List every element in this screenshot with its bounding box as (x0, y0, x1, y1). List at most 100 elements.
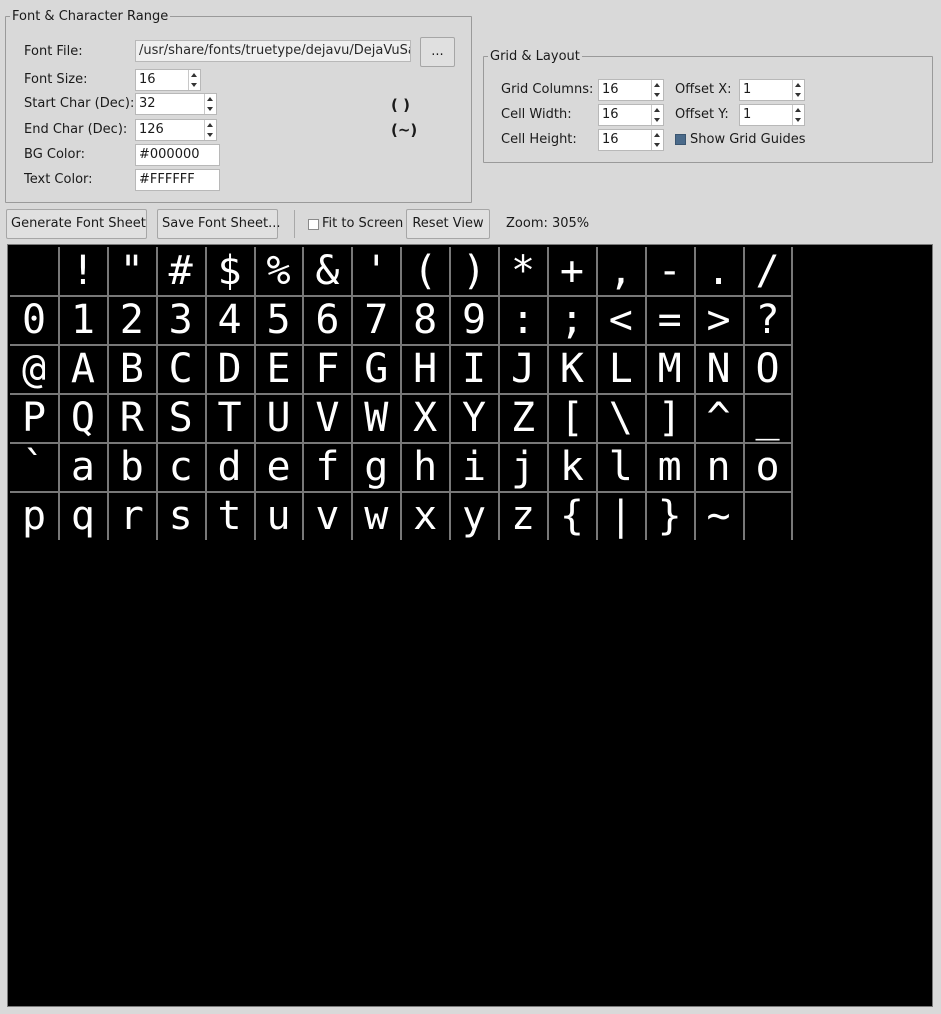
step-down-icon[interactable] (795, 93, 801, 97)
glyph-cell: 7 (364, 296, 389, 343)
cell-width-label: Cell Width: (501, 107, 572, 122)
glyph-cell: 5 (266, 296, 291, 343)
glyph-cell: ] (657, 394, 682, 441)
offset-y-value: 1 (743, 107, 752, 122)
grid-guide-horizontal (10, 343, 793, 346)
font-size-stepper[interactable] (188, 70, 200, 90)
bg-color-field[interactable]: #000000 (135, 144, 220, 166)
offset-y-stepper[interactable] (792, 105, 804, 125)
font-size-value: 16 (139, 72, 156, 87)
glyph-cell: L (608, 345, 633, 392)
glyph-cell: 2 (119, 296, 144, 343)
glyph-cell: W (364, 394, 389, 441)
glyph-cell: D (217, 345, 242, 392)
glyph-cell: 0 (21, 296, 47, 343)
step-down-icon[interactable] (207, 133, 213, 137)
generate-font-sheet-button[interactable]: Generate Font Sheet (6, 209, 147, 239)
font-sheet-canvas[interactable]: ! " # $% & ' () * +, -. / 0 1 2 3 4 5 6 7 8 9:; < = >? @ A B C D E F G H… (7, 244, 933, 1007)
glyph-cell: + (559, 248, 584, 294)
end-char-preview: (~) (391, 121, 418, 139)
grid-guide-horizontal (10, 490, 793, 493)
reset-view-button[interactable]: Reset View (406, 209, 490, 239)
glyph-cell: 4 (217, 296, 242, 343)
text-color-field[interactable]: #FFFFFF (135, 169, 220, 191)
glyph-cell: T (217, 394, 242, 441)
glyph-cell: k (559, 443, 584, 490)
font-size-spinbox[interactable]: 16 (135, 69, 201, 91)
font-file-field[interactable]: /usr/share/fonts/truetype/dejavu/DejaVuS… (135, 40, 411, 62)
end-char-label: End Char (Dec): (24, 122, 128, 137)
start-char-stepper[interactable] (204, 94, 216, 114)
font-file-label: Font File: (24, 44, 83, 59)
glyph-cell: # (168, 248, 193, 294)
step-down-icon[interactable] (654, 143, 660, 147)
step-up-icon[interactable] (191, 73, 197, 77)
glyph-cell: ! (70, 248, 95, 294)
glyph-cell: Y (462, 394, 487, 441)
grid-columns-value: 16 (602, 82, 619, 97)
end-char-spinbox[interactable]: 126 (135, 119, 217, 141)
step-up-icon[interactable] (654, 133, 660, 137)
show-grid-guides-label[interactable]: Show Grid Guides (690, 132, 806, 148)
offset-x-value: 1 (743, 82, 752, 97)
glyph-cell (11, 248, 57, 294)
glyph-cell: M (657, 345, 682, 392)
glyph-cell: z (510, 492, 536, 539)
glyph-cell: Z (510, 394, 536, 441)
glyph-cell: J (510, 345, 536, 392)
glyph-cell: R (119, 394, 144, 441)
cell-width-stepper[interactable] (651, 105, 663, 125)
glyph-cell: ( (413, 248, 438, 294)
glyph-cell: q (70, 492, 95, 539)
step-up-icon[interactable] (654, 83, 660, 87)
step-up-icon[interactable] (654, 108, 660, 112)
end-char-stepper[interactable] (204, 120, 216, 140)
bg-color-label: BG Color: (24, 147, 85, 162)
browse-font-button[interactable]: ... (420, 37, 455, 67)
grid-columns-stepper[interactable] (651, 80, 663, 100)
glyph-cell: 9 (462, 296, 487, 343)
glyph-cell: U (266, 394, 291, 441)
glyph-cell: . (706, 248, 731, 294)
glyph-cell: \ (608, 394, 633, 441)
glyph-cell: ; (559, 296, 584, 343)
offset-x-spinbox[interactable]: 1 (739, 79, 805, 101)
cell-height-value: 16 (602, 132, 619, 147)
glyph-cell: & (315, 248, 340, 294)
glyph-cell: A (70, 345, 95, 392)
step-down-icon[interactable] (654, 118, 660, 122)
step-down-icon[interactable] (795, 118, 801, 122)
glyph-cell: n (706, 443, 731, 490)
fit-to-screen-label[interactable]: Fit to Screen (322, 216, 403, 232)
step-up-icon[interactable] (795, 108, 801, 112)
step-down-icon[interactable] (191, 83, 197, 87)
step-down-icon[interactable] (654, 93, 660, 97)
offset-x-stepper[interactable] (792, 80, 804, 100)
start-char-spinbox[interactable]: 32 (135, 93, 217, 115)
fit-to-screen-checkbox[interactable] (308, 219, 319, 230)
glyph-cell: C (168, 345, 193, 392)
step-up-icon[interactable] (795, 83, 801, 87)
glyph-cell: g (364, 443, 389, 490)
glyph-cell: l (608, 443, 633, 490)
step-down-icon[interactable] (207, 107, 213, 111)
show-grid-guides-checkbox[interactable] (675, 134, 686, 145)
save-font-sheet-button[interactable]: Save Font Sheet... (157, 209, 280, 239)
glyph-cell: s (168, 492, 193, 539)
offset-y-spinbox[interactable]: 1 (739, 104, 805, 126)
glyph-cell: : (510, 296, 536, 343)
glyph-cell: G (364, 345, 389, 392)
grid-columns-spinbox[interactable]: 16 (598, 79, 664, 101)
glyph-cell: b (119, 443, 144, 490)
cell-width-spinbox[interactable]: 16 (598, 104, 664, 126)
toolbar-separator (294, 210, 295, 238)
glyph-cell: > (706, 296, 731, 343)
step-up-icon[interactable] (207, 123, 213, 127)
glyph-cell: K (559, 345, 584, 392)
cell-height-spinbox[interactable]: 16 (598, 129, 664, 151)
zoom-level: Zoom: 305% (506, 216, 590, 231)
glyph-cell: < (608, 296, 633, 343)
step-up-icon[interactable] (207, 97, 213, 101)
glyph-cell: ) (462, 248, 487, 294)
cell-height-stepper[interactable] (651, 130, 663, 150)
